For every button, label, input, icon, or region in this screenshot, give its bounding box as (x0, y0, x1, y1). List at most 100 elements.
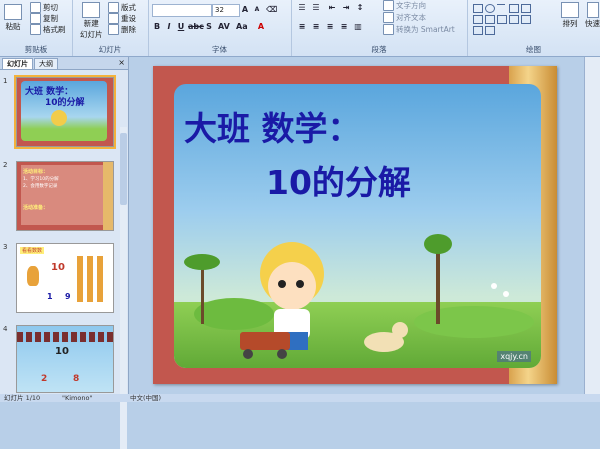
text-direction-icon (383, 0, 394, 11)
slide-thumbnail-2[interactable]: 活动目标： 1、学习10的分解 2、会用数字记录 活动准备： (16, 161, 114, 231)
delete-icon (108, 24, 119, 35)
align-left-icon[interactable]: ≡ (297, 22, 307, 32)
delete-button[interactable]: 删除 (108, 24, 136, 35)
thumb-3-number: 10 (51, 262, 65, 273)
change-case-icon[interactable]: Aa (236, 22, 248, 32)
paste-label: 粘贴 (5, 22, 21, 31)
decrease-indent-icon[interactable]: ⇤ (327, 3, 337, 13)
underline-icon[interactable]: U (176, 22, 186, 32)
text-direction-button[interactable]: 文字方向 (383, 0, 426, 11)
oval-shape-icon[interactable] (485, 4, 495, 13)
slide-title-line2[interactable]: 10的分解 (266, 156, 411, 204)
bullets-icon[interactable]: ☰ (297, 3, 307, 13)
quick-styles-button[interactable]: 快速 (585, 2, 600, 29)
shadow-icon[interactable]: S (204, 22, 214, 32)
heart-shape-icon[interactable] (485, 26, 495, 35)
tree-right-crown (424, 234, 452, 254)
language-indicator[interactable]: 中文(中国) (130, 394, 161, 402)
cut-button[interactable]: 剪切 (30, 2, 58, 13)
strikethrough-icon[interactable]: abc (188, 22, 204, 32)
tree-left-trunk (201, 264, 204, 324)
rounded-rect-shape-icon[interactable] (473, 15, 483, 24)
drawing-group: 排列 快速 绘图 (467, 0, 600, 56)
align-text-button[interactable]: 对齐文本 (383, 12, 426, 23)
slide-title-line1[interactable]: 大班 数学： (184, 102, 361, 150)
slide-number-3: 3 (3, 243, 8, 251)
align-center-icon[interactable]: ≡ (311, 22, 321, 32)
pane-scroll-thumb[interactable] (120, 133, 127, 205)
slide-thumbnail-3[interactable]: 看看数数 10 1 9 (16, 243, 114, 313)
new-slide-button[interactable]: 新建 幻灯片 (80, 2, 103, 40)
line-shape-icon[interactable] (497, 4, 505, 12)
slide-thumbnail-4[interactable]: 10 2 8 (16, 325, 114, 393)
quick-styles-icon (586, 2, 599, 18)
shrink-font-icon[interactable]: A (252, 5, 262, 15)
arrange-icon (561, 2, 579, 18)
triangle-shape-icon[interactable] (485, 15, 495, 24)
slide-number-2: 2 (3, 161, 8, 169)
arrow-shape-icon[interactable] (509, 4, 519, 13)
drawing-group-label: 绘图 (526, 45, 541, 54)
ribbon: 粘贴 剪切 复制 格式刷 剪贴板 新建 幻灯片 版式 重设 删除 幻灯片 32 … (0, 0, 600, 57)
smartart-icon (383, 24, 394, 35)
font-color-icon[interactable]: A (256, 22, 266, 32)
girl-eye-left (278, 280, 286, 288)
columns-icon[interactable]: ▥ (353, 22, 363, 32)
bracket-shape-icon[interactable] (521, 4, 531, 13)
bold-icon[interactable]: B (152, 22, 162, 32)
increase-indent-icon[interactable]: ⇥ (341, 3, 351, 13)
tab-outline[interactable]: 大纲 (34, 58, 58, 69)
editor-scrollbar[interactable] (584, 57, 600, 394)
slides-group-label: 幻灯片 (98, 45, 122, 54)
font-size-box[interactable]: 32 (212, 4, 240, 17)
format-painter-button[interactable]: 格式刷 (30, 24, 66, 35)
theme-name: "Kimono" (62, 394, 93, 402)
thumb-4-part-b: 8 (73, 374, 80, 384)
thumb-2-curtain (103, 162, 113, 230)
thumb-3-heading: 看看数数 (20, 247, 45, 254)
numbering-icon[interactable]: ☰ (311, 3, 321, 13)
align-right-icon[interactable]: ≡ (325, 22, 335, 32)
thumb-1-girl (51, 110, 67, 126)
thumb-3-part-a: 1 (47, 292, 53, 301)
slide-thumbnail-1[interactable]: 大班 数学： 10的分解 (14, 75, 116, 149)
reset-button[interactable]: 重设 (108, 13, 136, 24)
grow-font-icon[interactable]: A (240, 5, 250, 15)
slide-editor: 大班 数学： 10的分解 xqjy.cn (129, 57, 600, 394)
pentagon-shape-icon[interactable] (497, 15, 507, 24)
thumb-3-part-b: 9 (65, 292, 71, 301)
copy-button[interactable]: 复制 (30, 13, 58, 24)
line-spacing-icon[interactable]: ↕ (355, 3, 365, 13)
scissors-icon (30, 2, 41, 13)
tree-left-crown (184, 254, 220, 270)
italic-icon[interactable]: I (164, 22, 174, 32)
thumb-4-number: 10 (55, 346, 69, 357)
girl-eye-right (296, 280, 304, 288)
slide-counter: 幻灯片 1/10 (4, 394, 41, 402)
font-name-box[interactable] (152, 4, 212, 17)
smartart-button[interactable]: 转换为 SmartArt (383, 24, 455, 35)
thumb-3-pineapples (77, 256, 107, 302)
slides-group: 新建 幻灯片 版式 重设 删除 幻灯片 (72, 0, 149, 56)
clear-format-icon[interactable]: ⌫ (266, 5, 277, 15)
char-spacing-icon[interactable]: AV (218, 22, 230, 32)
callout-shape-icon[interactable] (521, 15, 531, 24)
flower-2 (503, 291, 509, 297)
layout-button[interactable]: 版式 (108, 2, 136, 13)
justify-icon[interactable]: ≡ (339, 22, 349, 32)
paste-icon (4, 4, 22, 20)
slides-pane: 幻灯片 大纲 × 1 大班 数学： 10的分解 2 活动目标： 1、学习10的分… (0, 57, 129, 449)
current-slide[interactable]: 大班 数学： 10的分解 xqjy.cn (153, 66, 557, 384)
dog-head (392, 322, 408, 338)
tab-slides[interactable]: 幻灯片 (2, 58, 33, 69)
brace-shape-icon[interactable] (473, 26, 483, 35)
thumb-4-part-a: 2 (41, 374, 48, 384)
close-pane-icon[interactable]: × (118, 58, 125, 67)
font-group-label: 字体 (212, 45, 227, 54)
star-shape-icon[interactable] (509, 15, 519, 24)
thumb-4-butterflies (17, 332, 113, 342)
tree-right-trunk (436, 244, 440, 324)
paste-button[interactable]: 粘贴 (4, 4, 22, 32)
rectangle-shape-icon[interactable] (473, 4, 483, 13)
arrange-button[interactable]: 排列 (561, 2, 579, 29)
